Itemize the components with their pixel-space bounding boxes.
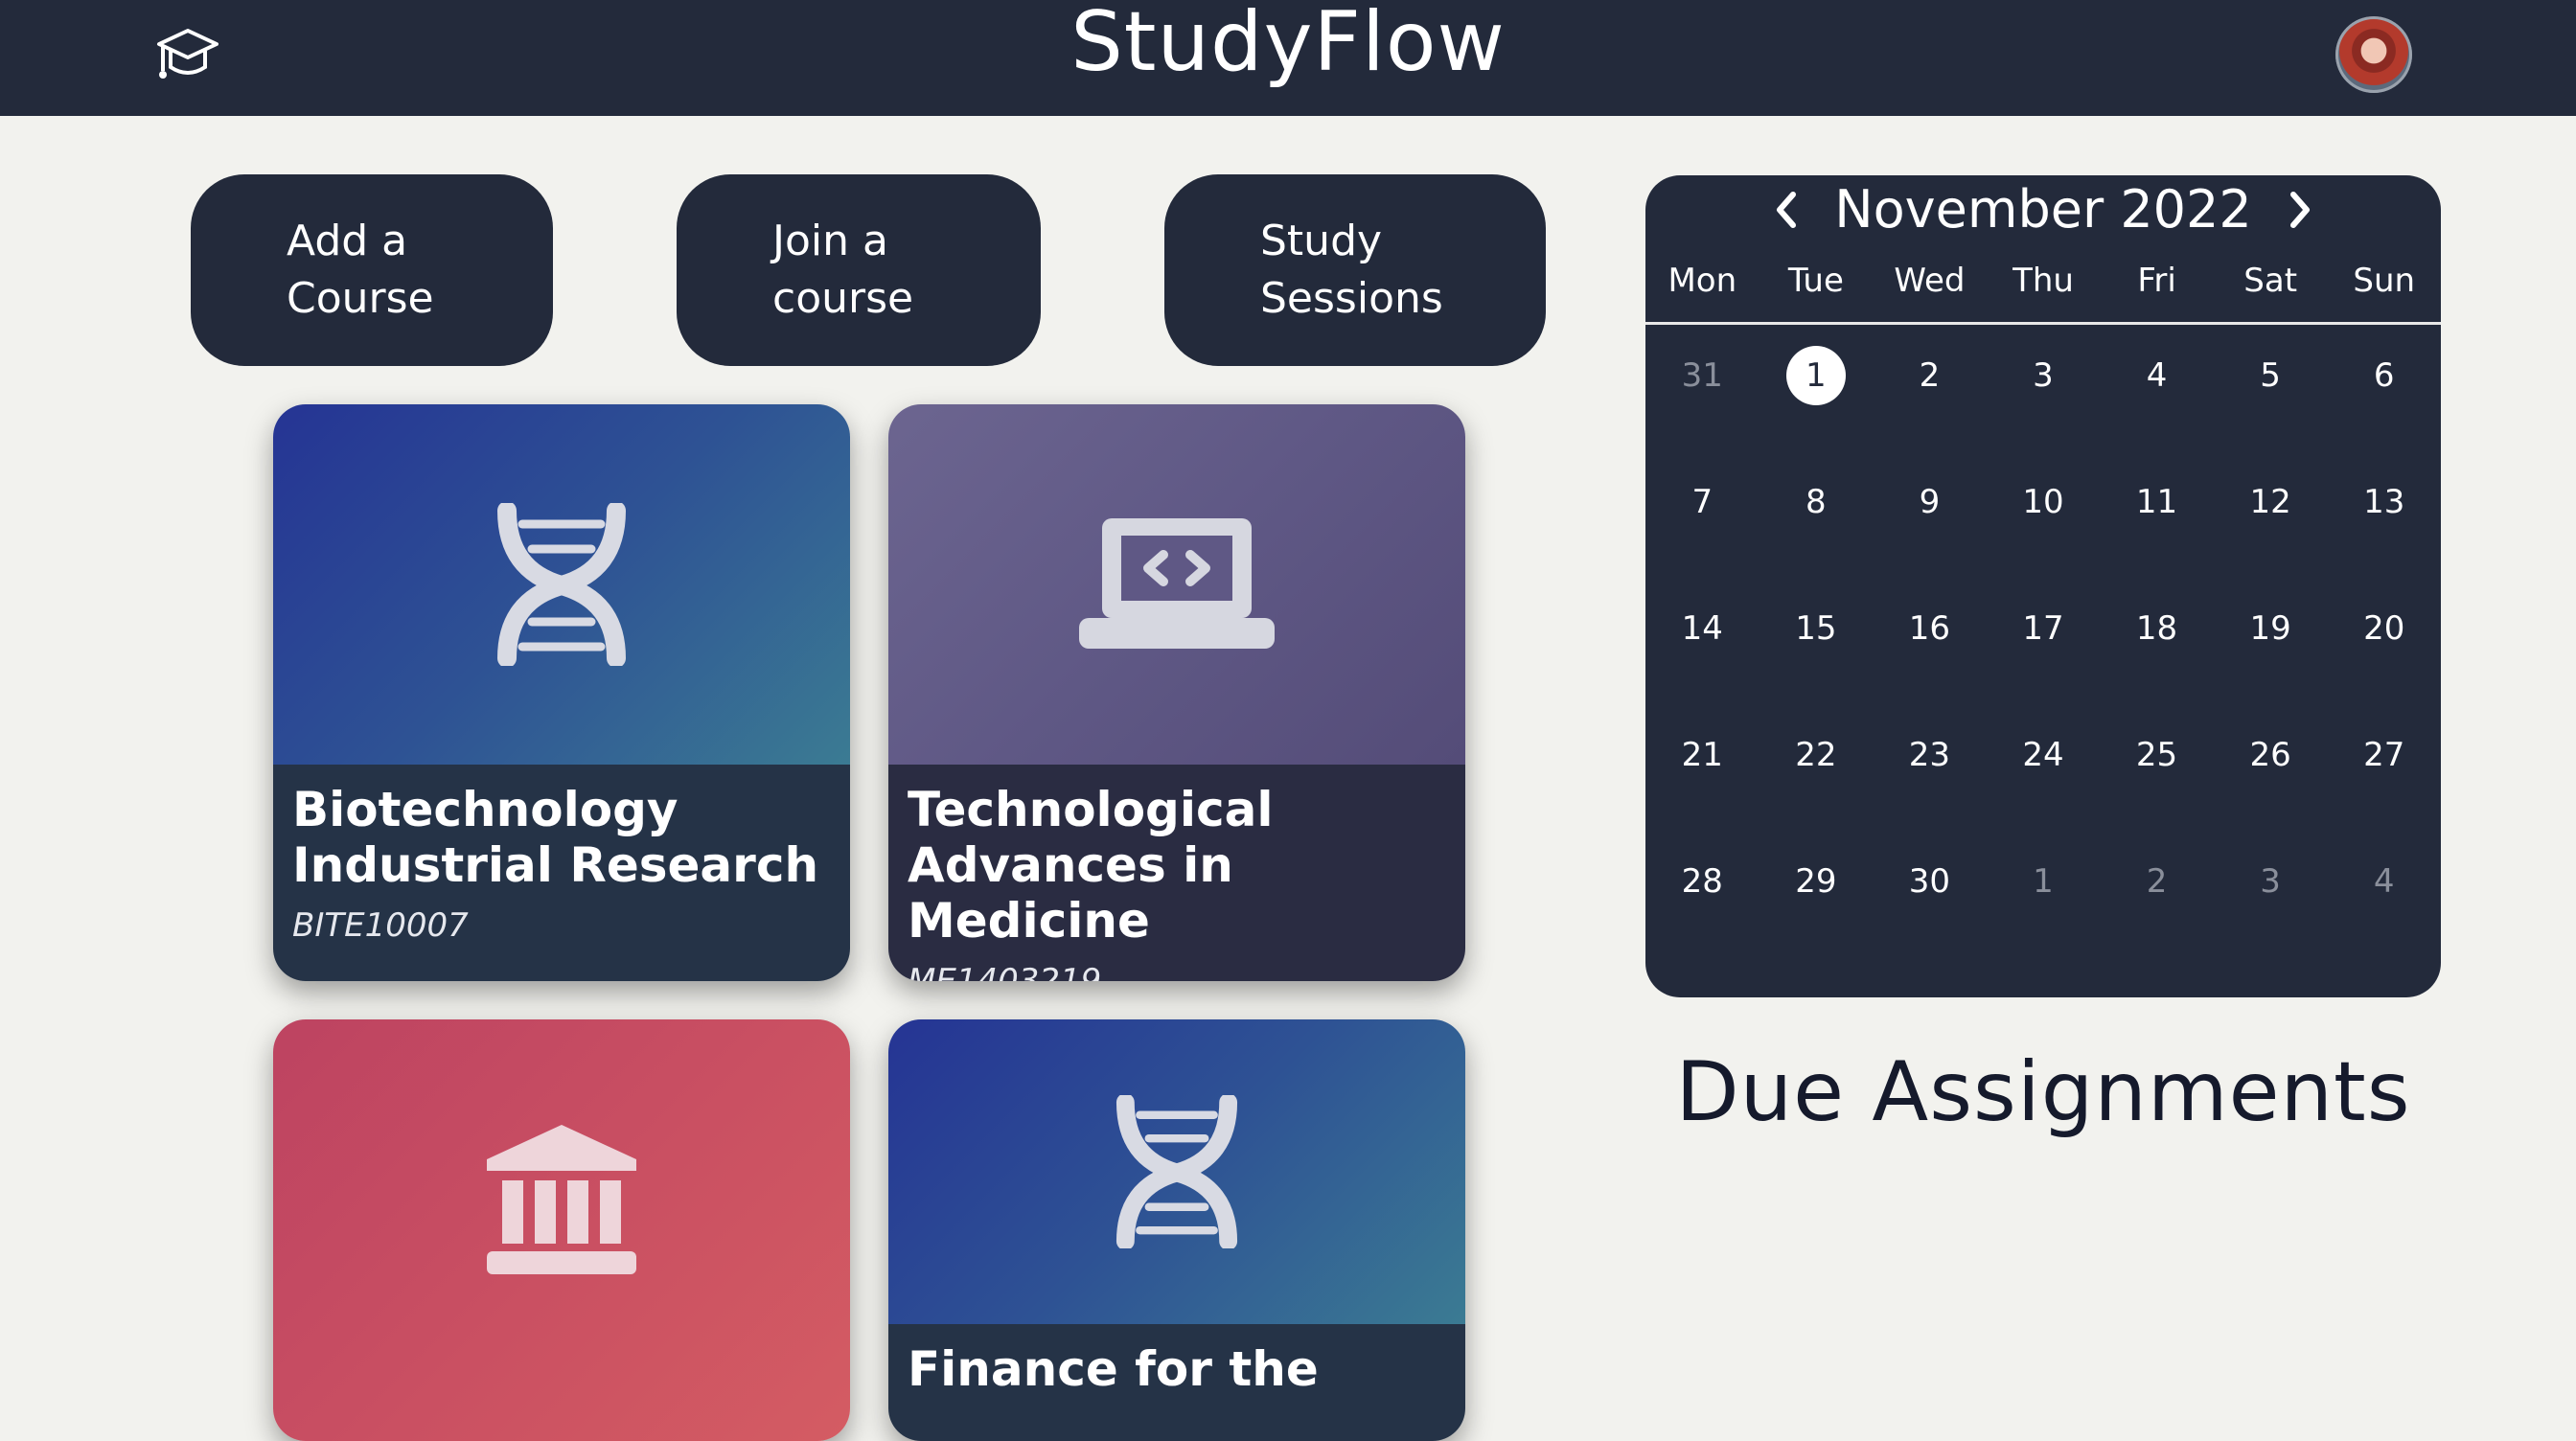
calendar-day[interactable]: 26 bbox=[2214, 725, 2328, 852]
weekday-label: Tue bbox=[1787, 262, 1844, 300]
calendar-day[interactable]: 2 bbox=[1873, 346, 1987, 472]
calendar-day[interactable]: 2 bbox=[2100, 852, 2214, 978]
weekday-label: Sun bbox=[2353, 262, 2416, 300]
course-card[interactable] bbox=[273, 1019, 850, 1441]
calendar-day[interactable]: 29 bbox=[1760, 852, 1874, 978]
calendar-day[interactable]: 10 bbox=[1987, 472, 2101, 599]
join-course-label-line2: course bbox=[772, 274, 914, 323]
weekday-label: Sat bbox=[2243, 262, 2298, 300]
calendar-day[interactable]: 4 bbox=[2327, 852, 2441, 978]
bank-icon bbox=[487, 1125, 636, 1274]
app-title: StudyFlow bbox=[1070, 0, 1506, 90]
calendar-day[interactable]: 15 bbox=[1760, 599, 1874, 725]
calendar-day[interactable]: 14 bbox=[1645, 599, 1760, 725]
chevron-left-icon[interactable] bbox=[1772, 175, 1801, 244]
course-title-line1: Finance for the bbox=[908, 1341, 1319, 1397]
calendar-day[interactable]: 1 bbox=[1987, 852, 2101, 978]
calendar-day[interactable]: 17 bbox=[1987, 599, 2101, 725]
course-title-line2: Industrial Research bbox=[292, 837, 819, 893]
calendar: November 2022 Mon Tue Wed Thu Fri Sat Su… bbox=[1645, 175, 2441, 997]
calendar-grid: 31 1 2 3 4 5 6 7 8 9 10 11 12 13 14 15 1… bbox=[1645, 346, 2441, 978]
calendar-day[interactable]: 21 bbox=[1645, 725, 1760, 852]
calendar-day[interactable]: 23 bbox=[1873, 725, 1987, 852]
join-course-button[interactable]: Join a course bbox=[677, 174, 1041, 366]
add-course-button[interactable]: Add a Course bbox=[191, 174, 553, 366]
study-sessions-label-line1: Study bbox=[1260, 217, 1383, 265]
calendar-day[interactable]: 6 bbox=[2327, 346, 2441, 472]
study-sessions-label-line2: Sessions bbox=[1260, 274, 1443, 323]
weekday-label: Mon bbox=[1668, 262, 1737, 300]
calendar-day[interactable]: 18 bbox=[2100, 599, 2214, 725]
course-title-line1: Biotechnology bbox=[292, 782, 678, 837]
calendar-header: November 2022 bbox=[1645, 175, 2441, 242]
user-avatar[interactable] bbox=[2335, 16, 2412, 93]
due-assignments-title: Due Assignments bbox=[1675, 1044, 2411, 1140]
course-card[interactable]: Technological Advances in Medicine ME140… bbox=[888, 404, 1465, 981]
calendar-day[interactable]: 22 bbox=[1760, 725, 1874, 852]
calendar-day[interactable]: 4 bbox=[2100, 346, 2214, 472]
study-sessions-button[interactable]: Study Sessions bbox=[1164, 174, 1546, 366]
calendar-day[interactable]: 5 bbox=[2214, 346, 2328, 472]
join-course-label-line1: Join a bbox=[772, 217, 888, 265]
calendar-day[interactable]: 3 bbox=[1987, 346, 2101, 472]
calendar-day[interactable]: 20 bbox=[2327, 599, 2441, 725]
top-bar: StudyFlow bbox=[0, 0, 2576, 116]
calendar-day[interactable]: 3 bbox=[2214, 852, 2328, 978]
laptop-code-icon bbox=[1079, 518, 1275, 649]
calendar-day[interactable]: 13 bbox=[2327, 472, 2441, 599]
calendar-divider bbox=[1645, 322, 2441, 325]
calendar-weekdays: Mon Tue Wed Thu Fri Sat Sun bbox=[1645, 262, 2441, 300]
dna-icon bbox=[497, 503, 626, 666]
calendar-day[interactable]: 7 bbox=[1645, 472, 1760, 599]
calendar-day[interactable]: 8 bbox=[1760, 472, 1874, 599]
calendar-day[interactable]: 25 bbox=[2100, 725, 2214, 852]
calendar-month-label: November 2022 bbox=[1834, 179, 2252, 240]
chevron-right-icon[interactable] bbox=[2286, 175, 2314, 244]
calendar-day[interactable]: 19 bbox=[2214, 599, 2328, 725]
calendar-day[interactable]: 11 bbox=[2100, 472, 2214, 599]
dna-icon bbox=[1116, 1095, 1238, 1248]
weekday-label: Fri bbox=[2137, 262, 2176, 300]
calendar-day[interactable]: 30 bbox=[1873, 852, 1987, 978]
course-code: ME1403219 bbox=[908, 962, 1102, 981]
weekday-label: Thu bbox=[2012, 262, 2074, 300]
weekday-label: Wed bbox=[1894, 262, 1966, 300]
course-title-line1: Technological bbox=[908, 782, 1274, 837]
calendar-day[interactable]: 9 bbox=[1873, 472, 1987, 599]
calendar-day[interactable]: 24 bbox=[1987, 725, 2101, 852]
course-card[interactable]: Biotechnology Industrial Research BITE10… bbox=[273, 404, 850, 981]
course-title-line2: Advances in Medicine bbox=[908, 837, 1233, 949]
calendar-day-selected[interactable]: 1 bbox=[1760, 346, 1874, 472]
calendar-day[interactable]: 16 bbox=[1873, 599, 1987, 725]
course-card[interactable]: Finance for the bbox=[888, 1019, 1465, 1441]
course-code: BITE10007 bbox=[292, 906, 469, 945]
add-course-label-line2: Course bbox=[287, 274, 434, 323]
calendar-day[interactable]: 28 bbox=[1645, 852, 1760, 978]
calendar-day[interactable]: 31 bbox=[1645, 346, 1760, 472]
calendar-day[interactable]: 12 bbox=[2214, 472, 2328, 599]
add-course-label-line1: Add a bbox=[287, 217, 408, 265]
calendar-day[interactable]: 27 bbox=[2327, 725, 2441, 852]
